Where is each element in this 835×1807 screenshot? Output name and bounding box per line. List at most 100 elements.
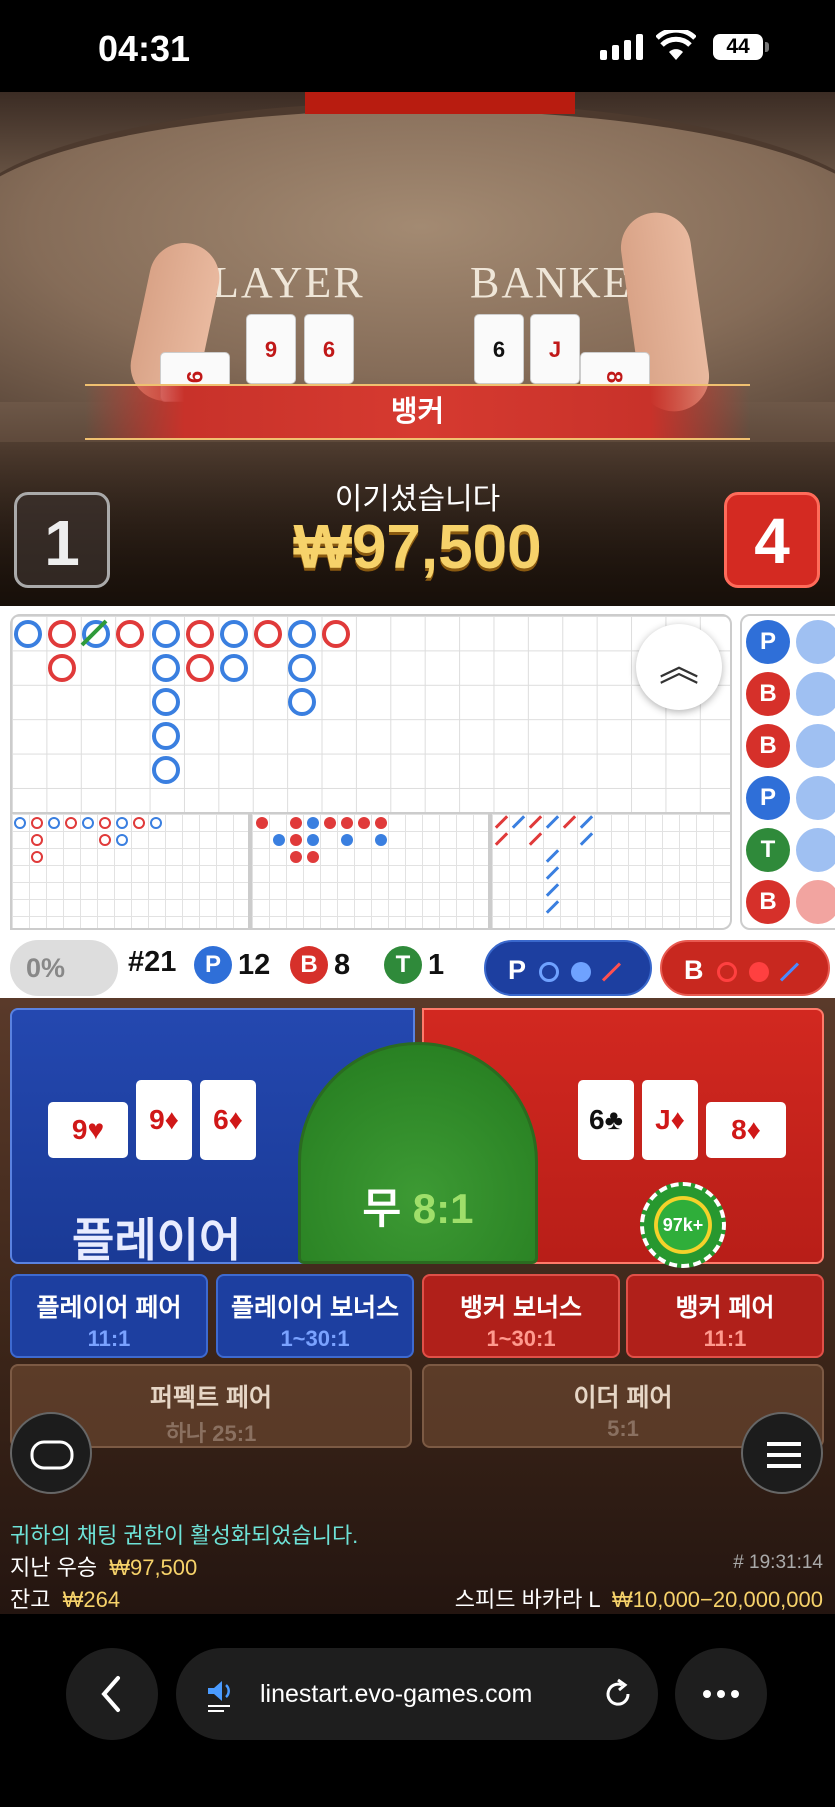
big-road[interactable] <box>10 614 732 814</box>
chat-notice: 귀하의 채팅 권한이 활성화되었습니다. <box>10 1523 359 1548</box>
player-win-marker <box>152 654 180 682</box>
hamburger-menu-icon <box>767 1442 801 1468</box>
menu-button[interactable] <box>741 1412 823 1494</box>
player-badge: P <box>194 946 232 984</box>
bead-road[interactable]: P B B P T B <box>740 614 835 930</box>
banker-win-marker <box>48 654 76 682</box>
banker-count-value: 8 <box>334 948 351 981</box>
predict-player-button[interactable]: P <box>484 940 652 996</box>
bead-result <box>796 672 835 716</box>
road-dot <box>273 834 285 846</box>
predict-banker-label: B <box>684 955 704 985</box>
road-slash <box>545 866 560 880</box>
road-slash <box>545 883 560 897</box>
win-amount: ₩97,500 <box>293 513 542 582</box>
player-win-marker <box>152 756 180 784</box>
player-win-marker <box>82 620 110 648</box>
road-slash <box>579 832 594 846</box>
player-pair-bet[interactable]: 플레이어 페어 11:1 <box>10 1274 208 1358</box>
bead-result <box>796 724 835 768</box>
road-dot <box>307 851 319 863</box>
percent-toggle[interactable]: 0% <box>10 940 118 996</box>
road-dot <box>14 817 26 829</box>
speaker-icon <box>208 1681 230 1712</box>
more-button[interactable] <box>675 1648 767 1740</box>
bead-result: P <box>746 620 790 664</box>
bet-chip[interactable]: 97k+ <box>640 1182 726 1268</box>
expand-roads-button[interactable]: ︽ <box>636 624 722 710</box>
dealer-shirt <box>305 92 575 114</box>
game-id: # 19:31:14 <box>733 1552 823 1573</box>
chat-button[interactable] <box>10 1412 92 1494</box>
banker-win-marker <box>116 620 144 648</box>
bead-result: B <box>746 724 790 768</box>
road-slash <box>528 832 543 846</box>
player-card: 9♥ <box>48 1102 128 1158</box>
back-button[interactable] <box>66 1648 158 1740</box>
road-slash <box>562 815 577 829</box>
road-dot <box>31 817 43 829</box>
table-limits: ₩10,000−20,000,000 <box>611 1587 823 1612</box>
address-bar[interactable]: linestart.evo-games.com <box>176 1648 658 1740</box>
table-label-banker: BANKE <box>470 258 632 307</box>
live-video-feed: LAYER BANKE 9 9 6 6 J 8 뱅커 이기셨습니다 ₩97,50… <box>0 92 835 606</box>
bead-result: P <box>746 776 790 820</box>
road-dot <box>307 834 319 846</box>
side-bet-name: 뱅커 페어 <box>675 1294 775 1322</box>
bead-result: B <box>746 880 790 924</box>
road-dot <box>341 834 353 846</box>
round-number: #21 <box>128 946 176 979</box>
bead-result <box>796 776 835 820</box>
road-slash <box>511 815 526 829</box>
side-bet-name: 플레이어 보너스 <box>231 1294 399 1322</box>
road-dot <box>99 817 111 829</box>
road-dot <box>31 851 43 863</box>
url-text: linestart.evo-games.com <box>260 1680 533 1708</box>
bead-result <box>796 880 835 924</box>
banker-pair-bet[interactable]: 뱅커 페어 11:1 <box>626 1274 824 1358</box>
road-dot <box>31 834 43 846</box>
road-dot <box>116 817 128 829</box>
small-road <box>250 814 490 930</box>
road-dot <box>99 834 111 846</box>
road-dot <box>375 817 387 829</box>
player-win-marker <box>152 620 180 648</box>
side-bet-name: 플레이어 페어 <box>36 1294 182 1322</box>
banker-score: 4 <box>724 492 820 588</box>
road-dot <box>116 834 128 846</box>
road-dot <box>82 817 94 829</box>
reload-icon[interactable] <box>600 1676 636 1712</box>
player-count-value: 12 <box>238 948 271 981</box>
side-bet-odds: 11:1 <box>703 1326 747 1351</box>
side-bet-odds: 11:1 <box>87 1326 131 1351</box>
table-card: 6 <box>474 314 524 384</box>
player-win-marker <box>152 722 180 750</box>
player-win-marker <box>288 688 316 716</box>
player-count: P 12 <box>194 946 270 984</box>
filled-circle-icon <box>748 961 769 982</box>
last-win: 지난 우승 ₩97,500 <box>10 1550 197 1582</box>
road-slash <box>528 815 543 829</box>
road-dot <box>150 817 162 829</box>
player-card: 6♦ <box>200 1080 256 1160</box>
chat-bubble-icon <box>30 1440 74 1470</box>
banker-card: 6♣ <box>578 1080 634 1160</box>
player-bonus-bet[interactable]: 플레이어 보너스 1~30:1 <box>216 1274 414 1358</box>
road-dot <box>375 834 387 846</box>
bead-result <box>796 828 835 872</box>
road-dot <box>341 817 353 829</box>
ellipsis-icon <box>703 1690 739 1698</box>
banker-badge: B <box>290 946 328 984</box>
banker-win-marker <box>322 620 350 648</box>
round-label: #21 <box>128 946 177 978</box>
road-slash <box>545 900 560 914</box>
road-dot <box>48 817 60 829</box>
banker-bonus-bet[interactable]: 뱅커 보너스 1~30:1 <box>422 1274 620 1358</box>
side-bet-name: 퍼펙트 페어 <box>150 1384 272 1412</box>
banker-win-marker <box>186 654 214 682</box>
predict-banker-button[interactable]: B <box>660 940 830 996</box>
wifi-icon <box>656 30 696 60</box>
road-dot <box>65 817 77 829</box>
filled-circle-icon <box>570 961 591 982</box>
winner-banner: 뱅커 <box>85 384 750 440</box>
